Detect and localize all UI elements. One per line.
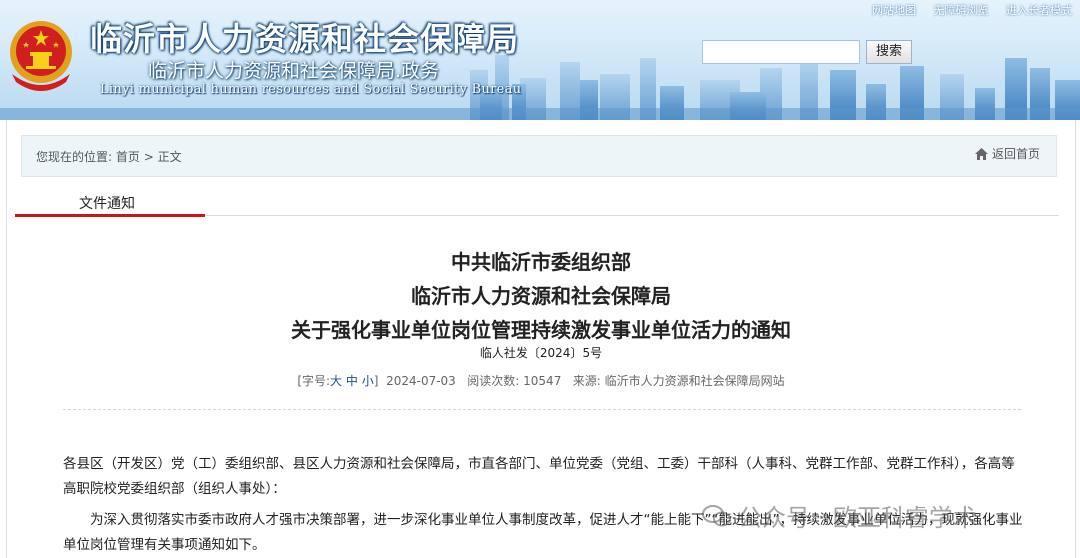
font-size-prefix: [字号: bbox=[297, 374, 331, 388]
national-emblem-icon bbox=[10, 21, 72, 91]
search-input[interactable] bbox=[702, 40, 860, 64]
breadcrumb-text: 您现在的位置: 首页 > 正文 bbox=[36, 148, 182, 165]
source-label: 来源: bbox=[572, 374, 601, 388]
home-icon bbox=[974, 147, 988, 160]
views-count: 10547 bbox=[523, 374, 562, 388]
font-size-medium[interactable]: 中 bbox=[346, 374, 358, 388]
elder-mode-link[interactable]: 进入长者模式 bbox=[1006, 4, 1072, 17]
font-size-small[interactable]: 小 bbox=[362, 374, 374, 388]
search-button[interactable]: 搜索 bbox=[866, 40, 912, 64]
article-title-line3: 关于强化事业单位岗位管理持续激发事业单位活力的通知 bbox=[291, 318, 791, 342]
wechat-icon bbox=[702, 504, 731, 526]
back-home-link[interactable]: 返回首页 bbox=[974, 145, 1040, 162]
document-number: 临人社发〔2024〕5号 bbox=[479, 346, 603, 360]
article-meta: [字号:大 中 小] 2024-07-03 阅读次数: 10547 来源: 临沂… bbox=[7, 372, 1075, 389]
breadcrumb-current: 正文 bbox=[157, 150, 182, 164]
font-size-suffix: ] bbox=[373, 374, 379, 388]
accessibility-link[interactable]: 无障碍浏览 bbox=[934, 4, 989, 17]
views-label: 阅读次数: bbox=[467, 374, 520, 388]
site-header: 临沂市人力资源和社会保障局 临沂市人力资源和社会保障局.政务 Linyi mun… bbox=[0, 0, 1080, 120]
tab-file-notice[interactable]: 文件通知 bbox=[79, 193, 135, 213]
tab-active-indicator bbox=[15, 214, 205, 217]
top-links: 网站地图 无障碍浏览 进入长者模式 bbox=[858, 2, 1072, 18]
article-title-line2: 临沂市人力资源和社会保障局 bbox=[411, 284, 671, 308]
site-title-english: Linyi municipal human resources and Soci… bbox=[100, 82, 522, 97]
breadcrumb-prefix: 您现在的位置: bbox=[36, 150, 113, 164]
back-home-label: 返回首页 bbox=[991, 147, 1040, 161]
breadcrumb-home-link[interactable]: 首页 bbox=[116, 150, 140, 164]
sitemap-link[interactable]: 网站地图 bbox=[872, 4, 916, 17]
article-paragraph-1: 各县区（开发区）党（工）委组织部、县区人力资源和社会保障局，市直各部门、单位党委… bbox=[63, 456, 1015, 497]
site-subtitle: 临沂市人力资源和社会保障局.政务 bbox=[148, 60, 440, 82]
main-content: 您现在的位置: 首页 > 正文 返回首页 文件通知 中共临沂市委组织部 临沂市人… bbox=[6, 120, 1076, 558]
watermark-text: 公众号 · 欧亚科睿学术 bbox=[738, 504, 977, 532]
article-title-line1: 中共临沂市委组织部 bbox=[451, 250, 631, 274]
meta-divider bbox=[63, 409, 1021, 410]
font-size-large[interactable]: 大 bbox=[330, 374, 342, 388]
publish-date: 2024-07-03 bbox=[386, 374, 456, 388]
source-value: 临沂市人力资源和社会保障局网站 bbox=[604, 374, 785, 388]
breadcrumb-separator: > bbox=[143, 150, 154, 164]
breadcrumb: 您现在的位置: 首页 > 正文 返回首页 bbox=[21, 135, 1057, 177]
wechat-watermark: 公众号 · 欧亚科睿学术 bbox=[702, 498, 977, 533]
site-title: 临沂市人力资源和社会保障局 bbox=[90, 20, 520, 58]
